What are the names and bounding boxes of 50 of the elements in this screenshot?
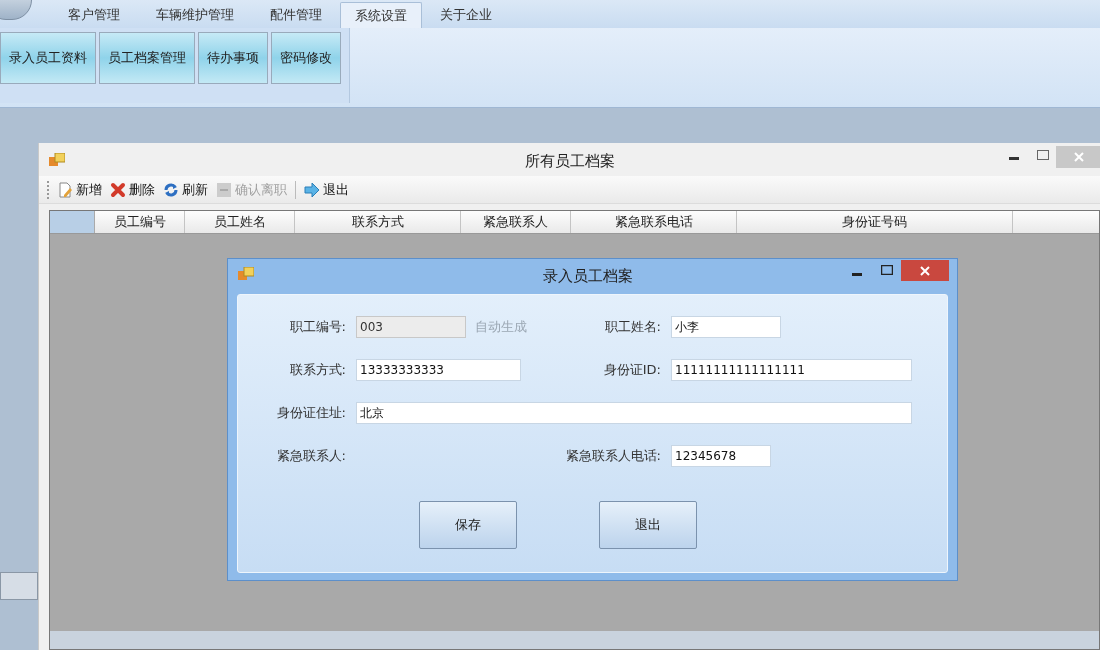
toolbar-button[interactable]: 刷新 — [163, 179, 208, 200]
dialog-title: 录入员工档案 — [543, 266, 633, 287]
dialog-button[interactable]: 保存 — [419, 501, 517, 549]
ribbon-tab[interactable]: 系统设置 — [340, 2, 422, 28]
close-icon — [920, 265, 930, 276]
field-label: 身份证ID: — [602, 361, 662, 380]
column-header[interactable]: 联系方式 — [295, 211, 461, 233]
column-header[interactable]: 紧急联系电话 — [571, 211, 737, 233]
ribbon-tab[interactable]: 关于企业 — [422, 2, 510, 28]
arrow-right-icon — [304, 181, 320, 198]
maximize-icon[interactable] — [881, 265, 893, 275]
field-label: 职工编号: — [288, 318, 347, 337]
refresh-icon — [163, 181, 179, 198]
field-label: 紧急联系人: — [275, 447, 347, 466]
toolbar-button[interactable]: 删除 — [110, 179, 155, 200]
column-header[interactable]: 员工编号 — [95, 211, 185, 233]
window-title: 所有员工档案 — [525, 151, 615, 172]
toolbar-button[interactable]: 新增 — [57, 179, 102, 200]
column-header[interactable]: 身份证号码 — [737, 211, 1013, 233]
disabled-square-icon — [216, 181, 232, 198]
field-label: 联系方式: — [288, 361, 347, 380]
field-label: 职工姓名: — [603, 318, 662, 337]
ribbon-button[interactable]: 录入员工资料 — [0, 32, 96, 84]
app-icon — [238, 267, 254, 281]
field-label: 身份证住址: — [275, 404, 347, 423]
ribbon-button[interactable]: 密码修改 — [271, 32, 341, 84]
dialog-button[interactable]: 退出 — [599, 501, 697, 549]
delete-icon — [110, 181, 126, 198]
column-header[interactable]: 员工姓名 — [185, 211, 295, 233]
maximize-icon[interactable] — [1037, 150, 1049, 160]
ribbon-button[interactable]: 待办事项 — [198, 32, 268, 84]
app-icon — [49, 152, 65, 167]
input-field[interactable]: 小李 — [671, 316, 781, 338]
hint-text: 自动生成 — [475, 318, 527, 337]
input-field[interactable]: 12345678 — [671, 445, 771, 467]
ribbon-button[interactable]: 员工档案管理 — [99, 32, 195, 84]
input-field[interactable]: 13333333333 — [356, 359, 521, 381]
column-header[interactable]: 紧急联系人 — [461, 211, 571, 233]
toolbar-button[interactable]: 退出 — [304, 179, 349, 200]
close-button[interactable] — [901, 260, 949, 281]
close-icon — [1073, 152, 1084, 162]
field-label: 紧急联系人电话: — [564, 447, 662, 466]
input-field[interactable]: 11111111111111111 — [671, 359, 912, 381]
ribbon-tab[interactable]: 客户管理 — [50, 2, 138, 28]
ribbon-tab[interactable]: 车辆维护管理 — [138, 2, 252, 28]
input-field[interactable]: 003 — [356, 316, 466, 338]
new-document-icon — [57, 181, 73, 198]
input-field[interactable]: 北京 — [356, 402, 912, 424]
ribbon-tab[interactable]: 配件管理 — [252, 2, 340, 28]
minimized-window — [0, 572, 38, 600]
